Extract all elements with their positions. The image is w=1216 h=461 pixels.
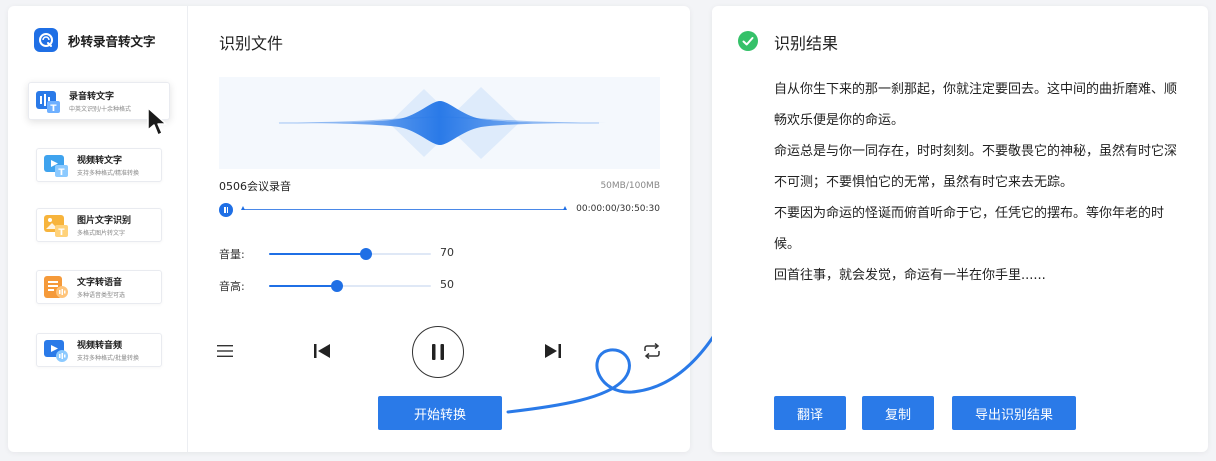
- player-panel: 识别文件 0506会议录音 50MB/100MB 00:00:00/30:50:…: [188, 6, 690, 452]
- volume-fill: [269, 253, 367, 255]
- brand: 秒转录音转文字: [34, 28, 156, 52]
- waveform-display: [219, 77, 660, 169]
- result-text: 自从你生下来的那一刹那起，你就注定要回去。这中间的曲折磨难、顺畅欢乐便是你的命运…: [774, 74, 1186, 291]
- mouse-cursor-icon: [147, 107, 167, 136]
- pitch-fill: [269, 285, 338, 287]
- sidebar-item-desc: 中英文识别/十余种格式: [69, 106, 132, 113]
- repeat-button[interactable]: [642, 341, 662, 361]
- next-button[interactable]: [543, 342, 563, 360]
- sidebar-item-image-ocr[interactable]: T 图片文字识别 多格式图片转文字: [36, 208, 162, 242]
- pitch-slider: 音高: 50: [219, 276, 479, 296]
- translate-button[interactable]: 翻译: [774, 396, 846, 430]
- check-circle-icon: [738, 31, 758, 51]
- app-title: 秒转录音转文字: [68, 33, 156, 49]
- svg-text:T: T: [58, 228, 65, 238]
- sidebar-item-name: 视频转音频: [77, 341, 123, 351]
- volume-value: 70: [440, 246, 454, 259]
- sidebar-item-name: 图片文字识别: [77, 216, 132, 226]
- result-paragraph: 回首往事，就会发觉，命运有一半在你手里......: [774, 268, 1046, 283]
- progress-end-marker: [563, 206, 567, 210]
- previous-button[interactable]: [312, 342, 332, 360]
- result-paragraph: 命运总是与你一同存在，时时刻刻。不要敬畏它的神秘，虽然有时它深不可测；不要惧怕它…: [774, 144, 1178, 190]
- mic-text-icon: T: [36, 91, 60, 114]
- file-name: 0506会议录音: [219, 180, 291, 193]
- menu-icon: [217, 345, 233, 357]
- svg-text:T: T: [58, 168, 65, 178]
- pitch-track[interactable]: [269, 280, 431, 292]
- video-text-icon: T: [44, 155, 68, 178]
- sidebar-item-desc: 支持多种格式/精准转换: [77, 170, 140, 177]
- previous-icon: [314, 344, 330, 358]
- progress-start-marker: [241, 206, 245, 210]
- sidebar-item-desc: 支持多种格式/批量转换: [77, 355, 140, 362]
- volume-label: 音量:: [219, 248, 245, 261]
- sidebar-item-desc: 多种语音类型可选: [77, 292, 126, 299]
- volume-slider: 音量: 70: [219, 244, 479, 264]
- progress-track[interactable]: [243, 209, 565, 210]
- pitch-thumb[interactable]: [331, 280, 344, 292]
- volume-track[interactable]: [269, 248, 431, 260]
- pitch-label: 音高:: [219, 280, 245, 293]
- copy-button[interactable]: 复制: [862, 396, 934, 430]
- converter-panel: 秒转录音转文字 T 录音转文字 中英文识别/十余种格式 T 视频转文字 支持多种…: [8, 6, 690, 452]
- sidebar-item-name: 视频转文字: [77, 156, 123, 166]
- file-size: 50MB/100MB: [600, 181, 660, 191]
- sidebar-item-video-to-audio[interactable]: 视频转音频 支持多种格式/批量转换: [36, 333, 162, 367]
- waveform-icon: [229, 87, 650, 159]
- text-speech-icon: [44, 276, 68, 298]
- sidebar-item-text-to-speech[interactable]: 文字转语音 多种语音类型可选: [36, 270, 162, 304]
- result-title: 识别结果: [774, 34, 839, 53]
- sidebar-item-name: 文字转语音: [77, 278, 123, 288]
- pause-button[interactable]: [412, 326, 464, 378]
- progress-bar[interactable]: [219, 202, 567, 218]
- result-paragraph: 不要因为命运的怪诞而俯首听命于它，任凭它的摆布。等你年老的时候。: [774, 206, 1165, 252]
- video-audio-icon: [44, 340, 68, 362]
- player-title: 识别文件: [219, 34, 284, 53]
- pitch-value: 50: [440, 278, 454, 291]
- repeat-icon: [644, 343, 660, 359]
- result-panel: 识别结果 自从你生下来的那一刹那起，你就注定要回去。这中间的曲折磨难、顺畅欢乐便…: [712, 6, 1208, 452]
- svg-text:T: T: [50, 104, 57, 114]
- sidebar: 秒转录音转文字 T 录音转文字 中英文识别/十余种格式 T 视频转文字 支持多种…: [8, 6, 188, 452]
- result-paragraph: 自从你生下来的那一刹那起，你就注定要回去。这中间的曲折磨难、顺畅欢乐便是你的命运…: [774, 82, 1178, 128]
- playback-time: 00:00:00/30:50:30: [576, 204, 660, 214]
- next-icon: [545, 344, 561, 358]
- pause-icon: [432, 344, 444, 360]
- app-logo-icon: [34, 28, 58, 52]
- sidebar-item-video-to-text[interactable]: T 视频转文字 支持多种格式/精准转换: [36, 148, 162, 182]
- sidebar-item-name: 录音转文字: [69, 92, 115, 102]
- start-convert-button[interactable]: 开始转换: [378, 396, 502, 430]
- export-button[interactable]: 导出识别结果: [952, 396, 1076, 430]
- volume-thumb[interactable]: [360, 248, 373, 260]
- sidebar-item-desc: 多格式图片转文字: [77, 230, 126, 237]
- image-text-icon: T: [44, 215, 68, 238]
- progress-play-icon[interactable]: [219, 203, 233, 217]
- menu-button[interactable]: [216, 342, 234, 360]
